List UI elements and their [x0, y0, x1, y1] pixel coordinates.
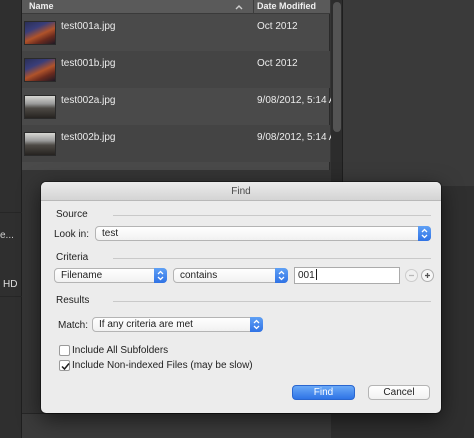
look-in-select[interactable]: test	[95, 226, 431, 241]
column-header-name[interactable]: Name	[29, 1, 54, 11]
divider	[0, 212, 22, 213]
bottom-bar	[22, 413, 331, 438]
left-panel-label: e...	[0, 230, 14, 241]
file-date: Oct 2012	[257, 21, 298, 32]
criteria-query-input[interactable]: 001	[294, 267, 400, 284]
scrollbar-thumb[interactable]	[333, 2, 341, 132]
criteria-operator-value: contains	[180, 270, 218, 281]
include-subfolders-label[interactable]: Include All Subfolders	[72, 345, 168, 356]
file-thumbnail	[24, 95, 56, 119]
criteria-query-value: 001	[298, 270, 315, 281]
file-date: 9/08/2012, 5:14 A	[257, 95, 336, 106]
file-list-header: Name Date Modified	[22, 0, 330, 14]
match-label: Match:	[58, 320, 89, 331]
criteria-field-value: Filename	[61, 270, 103, 281]
section-divider	[113, 301, 431, 302]
minus-icon	[409, 274, 414, 277]
find-dialog: Find Source Look in: test Criteria Filen…	[41, 182, 441, 413]
results-section-label: Results	[56, 295, 90, 306]
look-in-value: test	[102, 228, 119, 239]
criteria-section-label: Criteria	[56, 252, 89, 263]
scrollbar[interactable]	[331, 0, 343, 186]
column-divider[interactable]	[253, 0, 254, 14]
criteria-field-select[interactable]: Filename	[54, 268, 167, 283]
file-thumbnail	[24, 58, 56, 82]
file-thumbnail	[24, 21, 56, 45]
include-non-indexed-checkbox[interactable]	[59, 360, 70, 371]
include-subfolders-checkbox[interactable]	[59, 345, 70, 356]
file-thumbnail	[24, 132, 56, 156]
section-divider	[113, 258, 431, 259]
hd-label: HD	[3, 279, 18, 290]
include-non-indexed-label[interactable]: Include Non-indexed Files (may be slow)	[72, 360, 253, 371]
criteria-operator-select[interactable]: contains	[173, 268, 288, 283]
file-name: test002a.jpg	[61, 95, 116, 106]
add-criteria-button[interactable]	[421, 269, 434, 282]
remove-criteria-button[interactable]	[405, 269, 418, 282]
cancel-button[interactable]: Cancel	[368, 385, 430, 400]
match-value: If any criteria are met	[99, 319, 193, 330]
file-row[interactable]: test002a.jpg 9/08/2012, 5:14 A	[22, 88, 335, 125]
match-select[interactable]: If any criteria are met	[92, 317, 263, 332]
source-section-label: Source	[56, 209, 88, 220]
up-down-chevron-icon	[154, 268, 167, 283]
up-down-chevron-icon	[418, 226, 431, 241]
dialog-title: Find	[41, 182, 441, 201]
file-date: 9/08/2012, 5:14 A	[257, 132, 336, 143]
plus-icon	[425, 273, 430, 278]
file-list-panel: Name Date Modified test001a.jpg Oct 2012…	[22, 0, 335, 170]
left-panel-strip: e... HD	[0, 0, 22, 438]
file-row[interactable]: test001b.jpg Oct 2012	[22, 51, 330, 88]
file-date: Oct 2012	[257, 58, 298, 69]
column-header-date-modified[interactable]: Date Modified	[257, 1, 316, 11]
text-cursor	[315, 269, 317, 280]
up-down-chevron-icon	[275, 268, 288, 283]
sort-ascending-icon[interactable]	[234, 2, 244, 12]
file-name: test002b.jpg	[61, 132, 116, 143]
file-name: test001b.jpg	[61, 58, 116, 69]
file-row[interactable]: test002b.jpg 9/08/2012, 5:14 A	[22, 125, 335, 162]
checkmark-icon	[61, 363, 70, 371]
find-button[interactable]: Find	[292, 385, 355, 400]
up-down-chevron-icon	[250, 317, 263, 332]
look-in-label: Look in:	[54, 229, 90, 240]
divider	[0, 296, 22, 297]
section-divider	[113, 215, 431, 216]
file-row[interactable]: test001a.jpg Oct 2012	[22, 14, 330, 51]
file-name: test001a.jpg	[61, 21, 116, 32]
preview-panel	[331, 0, 474, 186]
